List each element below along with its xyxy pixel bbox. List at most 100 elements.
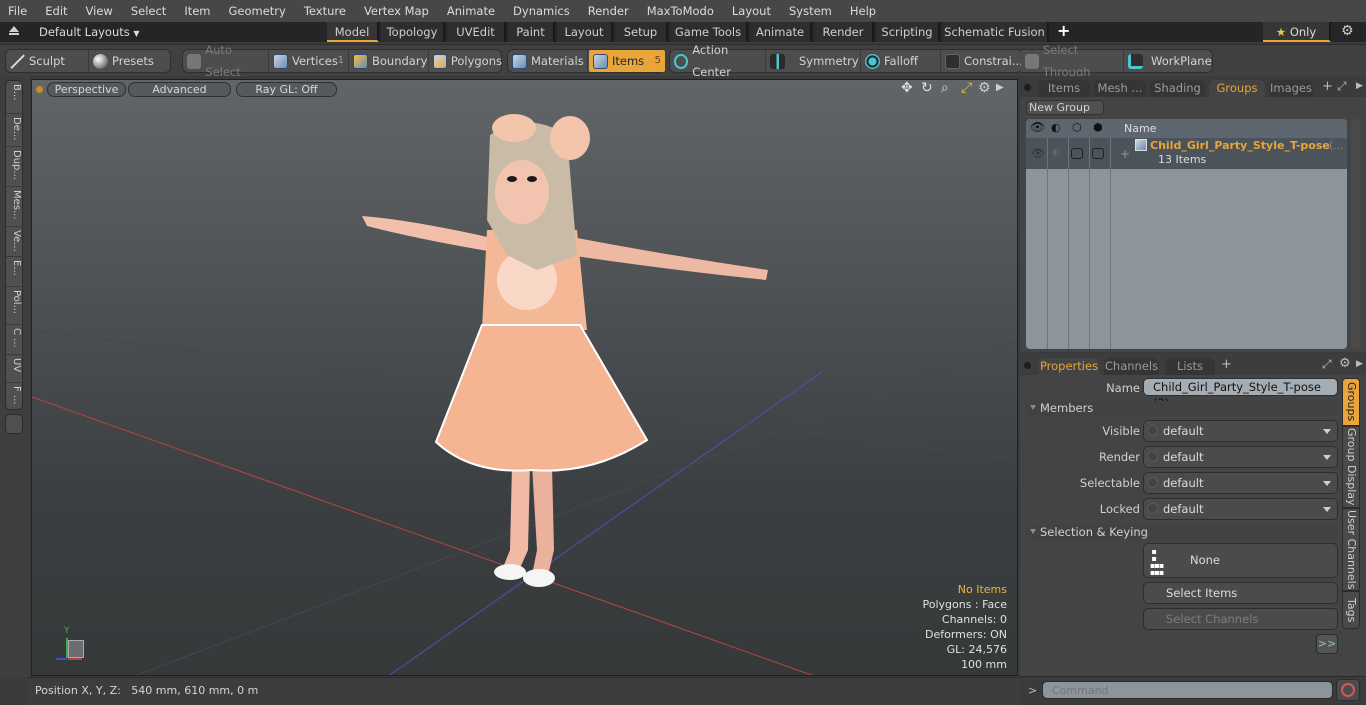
- tab-properties[interactable]: Properties: [1039, 358, 1099, 375]
- materials-button[interactable]: Materials: [508, 50, 588, 72]
- keying-preset-button[interactable]: ▪ ▪ ▪▪▪ ▪▪▪ None: [1143, 543, 1338, 578]
- left-tab-vertex[interactable]: Ve...: [6, 227, 24, 257]
- items-button[interactable]: Items 5: [589, 50, 665, 72]
- only-toggle[interactable]: ★ Only: [1263, 22, 1331, 42]
- menu-layout[interactable]: Layout: [726, 0, 777, 22]
- side-tab-user-channels[interactable]: User Channels: [1342, 508, 1360, 591]
- 3d-viewport[interactable]: Perspective Advanced Ray GL: Off ✥ ↻ ⌕ ⤢…: [31, 79, 1018, 676]
- tab-images[interactable]: Images: [1269, 80, 1313, 97]
- left-tab-basic[interactable]: B...: [6, 81, 24, 114]
- action-center-button[interactable]: Action Center: [670, 43, 766, 79]
- select-channels-button[interactable]: Select Channels: [1143, 608, 1338, 630]
- expand-icon[interactable]: +: [1120, 147, 1130, 161]
- menu-file[interactable]: File: [0, 0, 33, 22]
- boundary-button[interactable]: Boundary: [349, 50, 429, 72]
- menu-vertex-map[interactable]: Vertex Map: [358, 0, 435, 22]
- menu-geometry[interactable]: Geometry: [223, 0, 292, 22]
- tab-mesh[interactable]: Mesh ...: [1094, 80, 1146, 97]
- menu-help[interactable]: Help: [844, 0, 882, 22]
- gear-icon[interactable]: ⚙: [1341, 23, 1354, 39]
- menu-dynamics[interactable]: Dynamics: [507, 0, 576, 22]
- visible-channel-circle[interactable]: [1147, 425, 1158, 436]
- constraints-button[interactable]: Constrai...: [941, 50, 1023, 72]
- layouts-dropdown[interactable]: Default Layouts ▼: [39, 22, 140, 44]
- menu-edit[interactable]: Edit: [39, 0, 73, 22]
- tab-items[interactable]: Items: [1038, 80, 1090, 97]
- falloff-button[interactable]: Falloff: [861, 50, 941, 72]
- selectable-channel-circle[interactable]: [1147, 477, 1158, 488]
- tab-uvedit[interactable]: UVEdit: [447, 22, 506, 42]
- sculpt-button[interactable]: Sculpt: [6, 50, 89, 72]
- left-tab-deform[interactable]: De...: [6, 114, 24, 147]
- side-tab-tags[interactable]: Tags: [1342, 591, 1360, 629]
- tab-paint[interactable]: Paint: [508, 22, 555, 42]
- expand-panel-icon[interactable]: ⤢: [1337, 79, 1347, 94]
- groups-scrollbar[interactable]: [1351, 119, 1361, 349]
- auto-select-button[interactable]: Auto Select: [183, 43, 269, 79]
- render-channel-circle[interactable]: [1147, 451, 1158, 462]
- polygons-button[interactable]: Polygons: [429, 50, 502, 72]
- presets-button[interactable]: Presets: [89, 50, 171, 72]
- tab-model[interactable]: Model: [327, 22, 379, 42]
- row-locked-toggle[interactable]: [1092, 148, 1104, 159]
- locked-dropdown[interactable]: default: [1143, 498, 1338, 520]
- tab-render[interactable]: Render: [814, 22, 874, 42]
- name-column-header[interactable]: Name: [1124, 122, 1156, 135]
- menu-view[interactable]: View: [80, 0, 119, 22]
- left-tab-polygon[interactable]: Pol...: [6, 287, 24, 325]
- menu-render[interactable]: Render: [582, 0, 635, 22]
- collapse-up-icon[interactable]: [9, 26, 19, 32]
- left-tab-duplicate[interactable]: Dup...: [6, 147, 24, 187]
- tab-schematic-fusion[interactable]: Schematic Fusion: [942, 22, 1049, 42]
- expand-panel-icon[interactable]: ⤢: [1322, 357, 1332, 372]
- menu-animate[interactable]: Animate: [441, 0, 501, 22]
- menu-item[interactable]: Item: [178, 0, 216, 22]
- select-through-button[interactable]: Select Through: [1021, 43, 1124, 79]
- menu-system[interactable]: System: [783, 0, 838, 22]
- render-column-icon[interactable]: ◐: [1051, 121, 1061, 134]
- visible-dropdown[interactable]: default: [1143, 420, 1338, 442]
- group-row[interactable]: 👁 ◐ + Child_Girl_Party_Style_T-pose (...…: [1026, 138, 1347, 169]
- selectable-column-icon[interactable]: ⬡: [1072, 121, 1082, 134]
- add-panel-tab-icon[interactable]: +: [1322, 79, 1333, 94]
- left-tab-edge[interactable]: E...: [6, 257, 24, 287]
- tab-shading[interactable]: Shading: [1150, 80, 1205, 97]
- tab-channels[interactable]: Channels: [1104, 358, 1159, 375]
- side-tab-groups[interactable]: Groups: [1342, 378, 1360, 426]
- row-visibility-icon[interactable]: 👁: [1031, 147, 1045, 160]
- record-button[interactable]: [1336, 679, 1360, 701]
- tab-scripting[interactable]: Scripting: [876, 22, 940, 42]
- left-tab-uv[interactable]: UV: [6, 355, 24, 383]
- left-tab-mesh[interactable]: Mes...: [6, 187, 24, 227]
- more-button[interactable]: >>: [1316, 634, 1338, 654]
- selectable-dropdown[interactable]: default: [1143, 472, 1338, 494]
- command-input[interactable]: [1042, 681, 1333, 699]
- selection-keying-section[interactable]: Selection & Keying: [1026, 525, 1338, 540]
- workplane-button[interactable]: WorkPlane: [1124, 50, 1212, 72]
- locked-channel-circle[interactable]: [1147, 503, 1158, 514]
- panel-more-icon[interactable]: ▶: [1356, 359, 1363, 369]
- row-selectable-toggle[interactable]: [1071, 148, 1083, 159]
- visibility-column-icon[interactable]: 👁: [1030, 120, 1045, 134]
- add-tab-button[interactable]: +: [1057, 21, 1070, 40]
- panel-settings-icon[interactable]: ⚙: [1339, 356, 1351, 371]
- add-panel-tab-icon[interactable]: +: [1221, 357, 1232, 372]
- tab-topology[interactable]: Topology: [381, 22, 445, 42]
- panel-more-icon[interactable]: ▶: [1356, 81, 1363, 91]
- left-extra-tab[interactable]: [5, 414, 23, 434]
- vertices-button[interactable]: Vertices 1: [269, 50, 349, 72]
- select-items-button[interactable]: Select Items: [1143, 582, 1338, 604]
- members-section[interactable]: Members: [1026, 401, 1338, 416]
- left-tab-curve[interactable]: C ...: [6, 325, 24, 355]
- render-dropdown[interactable]: default: [1143, 446, 1338, 468]
- side-tab-group-display[interactable]: Group Display: [1342, 426, 1360, 508]
- name-input[interactable]: Child_Girl_Party_Style_T-pose (3): [1143, 378, 1338, 410]
- tab-groups[interactable]: Groups: [1209, 80, 1265, 97]
- menu-texture[interactable]: Texture: [298, 0, 352, 22]
- left-tab-fusion[interactable]: F ...: [6, 383, 24, 410]
- tab-lists[interactable]: Lists: [1165, 358, 1215, 375]
- new-group-button[interactable]: New Group: [1026, 100, 1104, 115]
- menu-select[interactable]: Select: [125, 0, 172, 22]
- symmetry-button[interactable]: Symmetry: [766, 50, 861, 72]
- row-render-icon[interactable]: ◐: [1052, 147, 1061, 158]
